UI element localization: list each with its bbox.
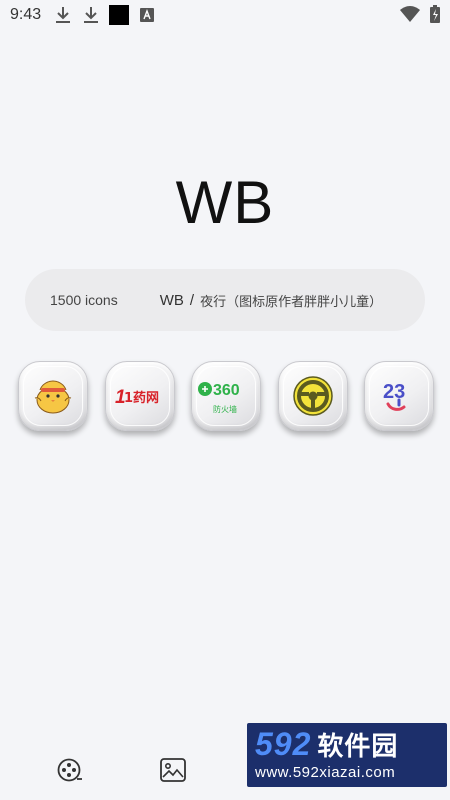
app-notification-icon: [137, 5, 157, 25]
separator: /: [189, 291, 195, 309]
wallpaper-icon[interactable]: [160, 758, 186, 784]
23-app-icon[interactable]: 23: [364, 361, 434, 431]
icon-preview-row: 1 1药网 360 防火墙 23: [18, 361, 434, 431]
wifi-icon: [400, 6, 420, 27]
360-brand: 360: [213, 382, 240, 399]
battery-charging-icon: [430, 5, 440, 28]
author-note: 夜行（图标原作者胖胖小儿童）: [200, 293, 383, 309]
status-time: 9:43: [10, 6, 42, 23]
page-title: WB: [175, 169, 275, 236]
pack-name: WB: [159, 291, 184, 309]
watermark-brand: 软件园: [317, 730, 399, 761]
1yao-app-icon[interactable]: 1 1药网: [104, 361, 175, 431]
watermark-number: 592: [255, 725, 312, 762]
download-icon: [81, 5, 101, 25]
watermark-url: www.592xiazai.com: [255, 764, 396, 781]
download-icon: [53, 5, 73, 25]
1yao-label: 1药网: [124, 390, 159, 406]
icon-count: 1500 icons: [50, 292, 118, 308]
chick-app-icon[interactable]: [18, 361, 88, 431]
status-bar: 9:43: [0, 0, 450, 30]
360-firewall-app-icon[interactable]: 360 防火墙: [191, 361, 261, 431]
black-square-icon: [109, 5, 130, 25]
icon-pack-info: 1500 icons WB / 夜行（图标原作者胖胖小儿童）: [25, 269, 425, 331]
360-sublabel: 防火墙: [213, 404, 237, 414]
film-reel-icon[interactable]: [57, 758, 83, 784]
steering-wheel-app-icon[interactable]: [277, 361, 348, 431]
23-label: 23: [383, 381, 405, 403]
watermark: 592 软件园 www.592xiazai.com: [247, 723, 447, 787]
